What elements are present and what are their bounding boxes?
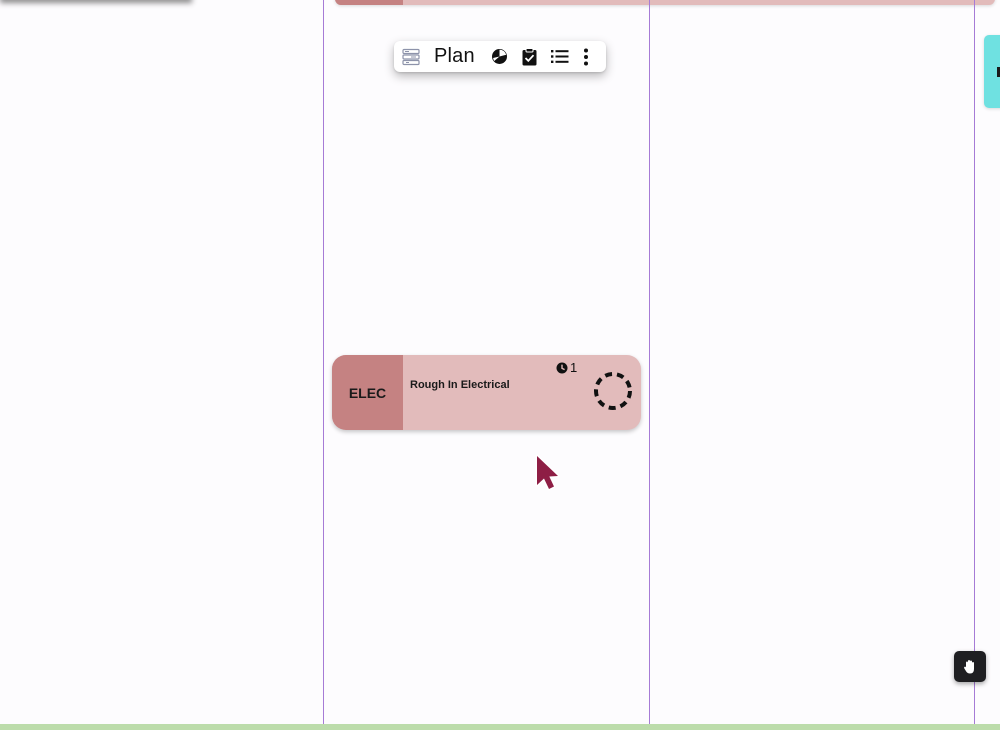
task-trade-tag: ELEC xyxy=(332,355,403,430)
plan-label[interactable]: Plan xyxy=(434,45,475,68)
task-title: Rough In Electrical xyxy=(410,379,510,391)
offscreen-task-card[interactable] xyxy=(984,35,1000,108)
hand-icon xyxy=(963,659,977,675)
top-task-card[interactable] xyxy=(335,0,995,5)
clipboard-check-icon[interactable] xyxy=(522,46,537,68)
column-divider xyxy=(323,0,324,730)
column-divider xyxy=(974,0,975,730)
column-divider xyxy=(649,0,650,730)
more-vertical-icon[interactable] xyxy=(583,46,589,68)
bottom-status-bar xyxy=(0,724,1000,730)
plan-toolbar: Plan xyxy=(394,41,606,72)
rows-icon[interactable] xyxy=(402,46,420,68)
top-task-card-tag xyxy=(335,0,403,5)
clock-icon xyxy=(556,362,568,374)
mouse-cursor-icon xyxy=(534,454,562,499)
list-icon[interactable] xyxy=(550,46,569,68)
not-started-status-icon[interactable] xyxy=(593,371,633,416)
task-duration: 1 xyxy=(556,360,577,375)
hand-tool-button[interactable] xyxy=(954,651,986,682)
task-card[interactable]: ELEC Rough In Electrical 1 xyxy=(332,355,641,430)
task-duration-count: 1 xyxy=(570,360,578,375)
schedule-board[interactable]: Plan ELEC Rough In Electrical 1 xyxy=(0,0,1000,730)
pie-chart-icon[interactable] xyxy=(491,46,508,68)
